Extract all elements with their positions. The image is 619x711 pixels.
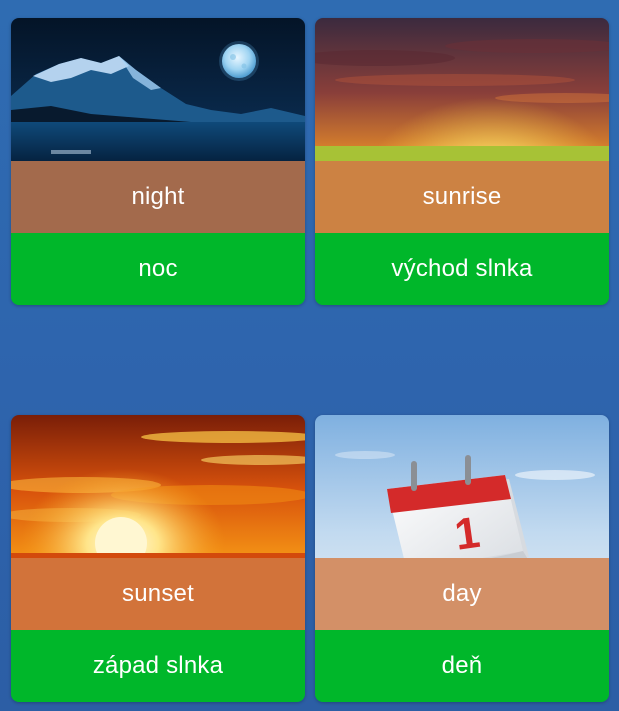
flashcard-night[interactable]: night noc [11,18,305,305]
word-label: sunset [11,558,305,630]
word-label: sunrise [315,161,609,233]
translation-label[interactable]: západ slnka [11,630,305,702]
flashcard-sunrise[interactable]: sunrise východ slnka [315,18,609,305]
translation-label[interactable]: deň [315,630,609,702]
flashcard-sunset[interactable]: sunset západ slnka [11,415,305,702]
translation-label[interactable]: východ slnka [315,233,609,305]
word-label: night [11,161,305,233]
translation-label[interactable]: noc [11,233,305,305]
word-label: day [315,558,609,630]
flashcard-day[interactable]: 1 day deň [315,415,609,702]
